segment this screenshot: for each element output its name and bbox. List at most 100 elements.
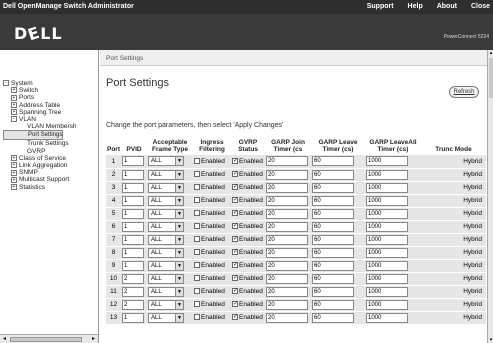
pvid-input[interactable]: 1 [122, 221, 144, 232]
gvrp-checkbox[interactable]: ✓ [232, 301, 238, 308]
leave-timer-input[interactable]: 60 [312, 247, 354, 258]
ingress-checkbox[interactable] [194, 262, 200, 269]
leaveall-timer-input[interactable]: 1000 [366, 299, 408, 310]
join-timer-input[interactable]: 20 [266, 182, 308, 193]
tree-item[interactable]: + Address Table [3, 102, 77, 109]
ingress-checkbox[interactable] [194, 210, 200, 217]
join-timer-input[interactable]: 20 [266, 247, 308, 258]
leaveall-timer-input[interactable]: 1000 [366, 286, 408, 297]
help-link[interactable]: Help [408, 3, 423, 10]
expand-icon[interactable]: + [11, 183, 17, 190]
pvid-input[interactable]: 1 [122, 234, 144, 245]
join-timer-input[interactable]: 20 [266, 312, 308, 323]
collapse-icon[interactable]: - [3, 80, 9, 87]
leaveall-timer-input[interactable]: 1000 [366, 273, 408, 284]
gvrp-checkbox[interactable]: ✓ [232, 210, 238, 217]
ingress-checkbox[interactable] [194, 236, 200, 243]
gvrp-checkbox[interactable]: ✓ [232, 197, 238, 204]
gvrp-checkbox[interactable]: ✓ [232, 275, 238, 282]
chevron-down-icon[interactable]: ▼ [175, 274, 183, 283]
tree-item[interactable]: - VLAN [3, 116, 77, 123]
frame-type-select[interactable]: ALL ▼ [148, 195, 184, 206]
leaveall-timer-input[interactable]: 1000 [366, 247, 408, 258]
collapse-icon[interactable]: - [11, 116, 17, 123]
pvid-input[interactable]: 1 [122, 208, 144, 219]
tree-item[interactable]: GVRP [3, 148, 77, 155]
ingress-checkbox[interactable] [194, 158, 200, 165]
join-timer-input[interactable]: 20 [266, 286, 308, 297]
scroll-right-icon[interactable]: ▸ [90, 336, 97, 342]
expand-icon[interactable]: + [11, 162, 17, 169]
chevron-down-icon[interactable]: ▼ [175, 248, 183, 257]
leave-timer-input[interactable]: 60 [312, 234, 354, 245]
expand-icon[interactable]: + [11, 176, 17, 183]
frame-type-select[interactable]: ALL ▼ [148, 286, 184, 297]
tree-item[interactable]: + Ports [3, 94, 77, 101]
vertical-scrollbar[interactable]: ▴ ▾ [487, 50, 493, 343]
join-timer-input[interactable]: 20 [266, 156, 308, 167]
gvrp-checkbox[interactable]: ✓ [232, 262, 238, 269]
chevron-down-icon[interactable]: ▼ [175, 157, 183, 166]
expand-icon[interactable]: + [11, 101, 17, 108]
leave-timer-input[interactable]: 60 [312, 169, 354, 180]
pvid-input[interactable]: 1 [122, 156, 144, 167]
tree-item[interactable]: + Class of Service [3, 155, 77, 162]
leaveall-timer-input[interactable]: 1000 [366, 195, 408, 206]
tree-item[interactable]: + Link Aggregation [3, 162, 77, 169]
pvid-input[interactable]: 1 [122, 169, 144, 180]
ingress-checkbox[interactable] [194, 314, 200, 321]
tree-item[interactable]: - System [3, 80, 77, 87]
tree-item[interactable]: + SNMP [3, 169, 77, 176]
ingress-checkbox[interactable] [194, 184, 200, 191]
frame-type-select[interactable]: ALL ▼ [148, 273, 184, 284]
expand-icon[interactable]: + [11, 109, 17, 116]
pvid-input[interactable]: 1 [122, 247, 144, 258]
scroll-down-icon[interactable]: ▾ [488, 337, 493, 343]
close-link[interactable]: Close [471, 3, 490, 10]
support-link[interactable]: Support [367, 3, 394, 10]
leaveall-timer-input[interactable]: 1000 [366, 182, 408, 193]
tree-item[interactable]: Port Settings [3, 130, 64, 141]
leave-timer-input[interactable]: 60 [312, 273, 354, 284]
pvid-input[interactable]: 1 [122, 195, 144, 206]
pvid-input[interactable]: 1 [122, 260, 144, 271]
pvid-input[interactable]: 2 [122, 273, 144, 284]
chevron-down-icon[interactable]: ▼ [175, 183, 183, 192]
gvrp-checkbox[interactable]: ✓ [232, 223, 238, 230]
ingress-checkbox[interactable] [194, 197, 200, 204]
leave-timer-input[interactable]: 60 [312, 286, 354, 297]
frame-type-select[interactable]: ALL ▼ [148, 247, 184, 258]
frame-type-select[interactable]: ALL ▼ [148, 299, 184, 310]
chevron-down-icon[interactable]: ▼ [175, 235, 183, 244]
leaveall-timer-input[interactable]: 1000 [366, 208, 408, 219]
chevron-down-icon[interactable]: ▼ [175, 222, 183, 231]
ingress-checkbox[interactable] [194, 288, 200, 295]
pvid-input[interactable]: 1 [122, 182, 144, 193]
leave-timer-input[interactable]: 60 [312, 156, 354, 167]
leave-timer-input[interactable]: 60 [312, 182, 354, 193]
scroll-up-icon[interactable]: ▴ [488, 50, 493, 56]
gvrp-checkbox[interactable]: ✓ [232, 171, 238, 178]
expand-icon[interactable]: + [11, 87, 17, 94]
ingress-checkbox[interactable] [194, 223, 200, 230]
expand-icon[interactable]: + [11, 94, 17, 101]
ingress-checkbox[interactable] [194, 171, 200, 178]
leave-timer-input[interactable]: 60 [312, 208, 354, 219]
join-timer-input[interactable]: 20 [266, 169, 308, 180]
leave-timer-input[interactable]: 60 [312, 299, 354, 310]
ingress-checkbox[interactable] [194, 301, 200, 308]
leave-timer-input[interactable]: 60 [312, 260, 354, 271]
leaveall-timer-input[interactable]: 1000 [366, 312, 408, 323]
gvrp-checkbox[interactable]: ✓ [232, 314, 238, 321]
leaveall-timer-input[interactable]: 1000 [366, 156, 408, 167]
gvrp-checkbox[interactable]: ✓ [232, 249, 238, 256]
scroll-thumb[interactable] [10, 337, 82, 342]
refresh-button[interactable]: Refresh [449, 86, 479, 98]
tree-item[interactable]: + Spanning Tree [3, 109, 77, 116]
join-timer-input[interactable]: 20 [266, 195, 308, 206]
join-timer-input[interactable]: 20 [266, 221, 308, 232]
expand-icon[interactable]: + [11, 169, 17, 176]
ingress-checkbox[interactable] [194, 275, 200, 282]
scroll-left-icon[interactable]: ◂ [1, 336, 8, 342]
leave-timer-input[interactable]: 60 [312, 312, 354, 323]
